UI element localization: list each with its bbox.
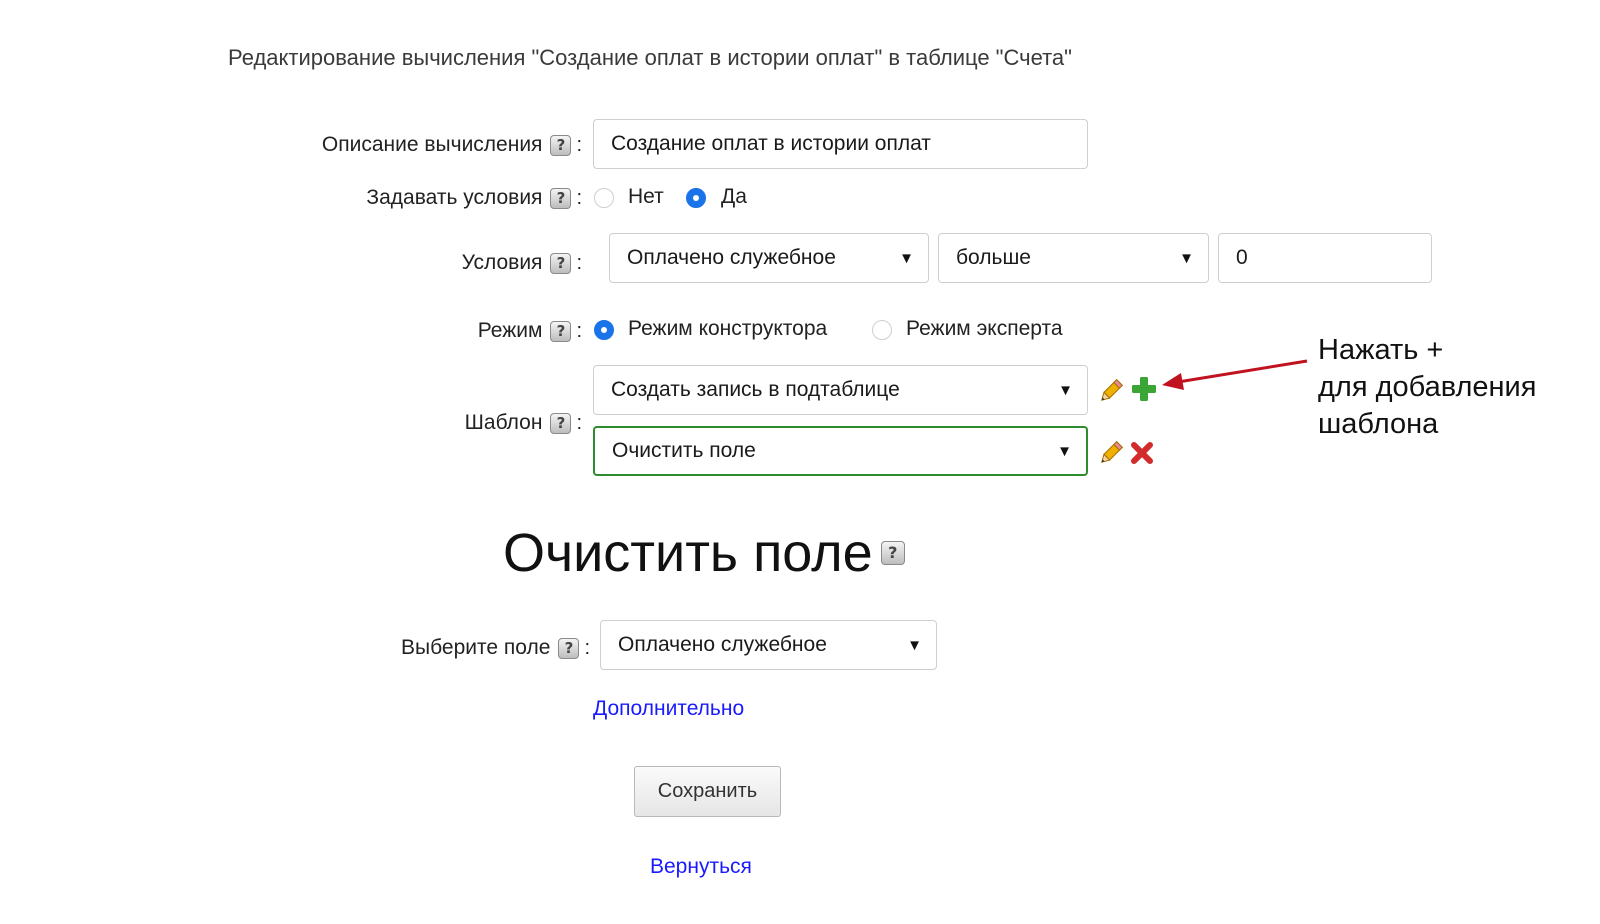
radio-no[interactable] [594,188,614,208]
help-icon[interactable]: ? [550,187,572,209]
chevron-down-icon: ▼ [1179,249,1194,267]
annotation-line-3: шаблона [1318,408,1439,440]
template-select-2-value: Очистить поле [612,439,756,462]
template-label-row: Шаблон ? : [464,411,582,434]
radio-yes-label[interactable]: Да [721,185,747,209]
mode-label-row: Режим ? : [477,319,582,342]
help-icon[interactable]: ? [880,541,905,565]
condition-field-value: Оплачено служебное [627,246,836,269]
help-icon[interactable]: ? [550,320,572,342]
mode-label: Режим [477,319,543,342]
annotation-text: Нажать + для добавления шаблона [1318,332,1536,443]
condition-value: 0 [1236,246,1248,269]
help-icon[interactable]: ? [550,134,572,156]
help-icon[interactable]: ? [550,412,572,434]
radio-yes[interactable] [686,188,706,208]
condition-operator-select[interactable]: больше ▼ [938,233,1209,283]
pencil-icon[interactable] [1096,376,1126,406]
condition-field-select[interactable]: Оплачено служебное ▼ [609,233,929,283]
chevron-down-icon: ▼ [907,636,922,654]
radio-no-label[interactable]: Нет [628,185,664,209]
annotation-line-1: Нажать + [1318,334,1444,366]
help-icon[interactable]: ? [558,637,580,659]
template-label: Шаблон [464,411,543,434]
template-select-1[interactable]: Создать запись в подтаблице ▼ [593,365,1088,415]
annotation-arrow [1162,359,1308,390]
conditions-label-row: Условия ? : [461,251,582,274]
description-input-value: Создание оплат в истории оплат [611,132,931,155]
radio-constructor-mode-label[interactable]: Режим конструктора [628,317,827,341]
field-select-label: Выберите поле [401,636,551,659]
field-select-value: Оплачено служебное [618,633,827,656]
conditions-label: Условия [461,251,543,274]
field-select-label-row: Выберите поле ? : [401,636,590,659]
condition-operator-value: больше [956,246,1031,269]
field-select[interactable]: Оплачено служебное ▼ [600,620,937,670]
description-input[interactable]: Создание оплат в истории оплат [593,119,1088,169]
template-select-2[interactable]: Очистить поле ▼ [593,426,1088,476]
radio-constructor-mode[interactable] [594,320,614,340]
delete-x-icon[interactable] [1130,441,1154,465]
chevron-down-icon: ▼ [899,249,914,267]
condition-value-input[interactable]: 0 [1218,233,1432,283]
radio-expert-mode[interactable] [872,320,892,340]
chevron-down-icon: ▼ [1058,381,1073,399]
back-link[interactable]: Вернуться [650,855,752,879]
more-options-link[interactable]: Дополнительно [593,697,744,721]
description-label-row: Описание вычисления ? : [321,133,582,156]
help-icon[interactable]: ? [550,252,572,274]
section-heading: Очистить поле ? [503,522,905,584]
set-conditions-label-row: Задавать условия ? : [366,186,582,209]
plus-icon[interactable] [1130,375,1158,403]
description-label: Описание вычисления [321,133,543,156]
template-select-1-value: Создать запись в подтаблице [611,378,900,401]
save-button[interactable]: Сохранить [634,766,781,817]
pencil-icon[interactable] [1096,438,1126,468]
page-title: Редактирование вычисления "Создание опла… [228,45,1072,70]
radio-expert-mode-label[interactable]: Режим эксперта [906,317,1063,341]
set-conditions-label: Задавать условия [366,186,543,209]
annotation-line-2: для добавления [1318,371,1537,403]
chevron-down-icon: ▼ [1057,442,1072,460]
section-heading-text: Очистить поле [503,523,873,583]
